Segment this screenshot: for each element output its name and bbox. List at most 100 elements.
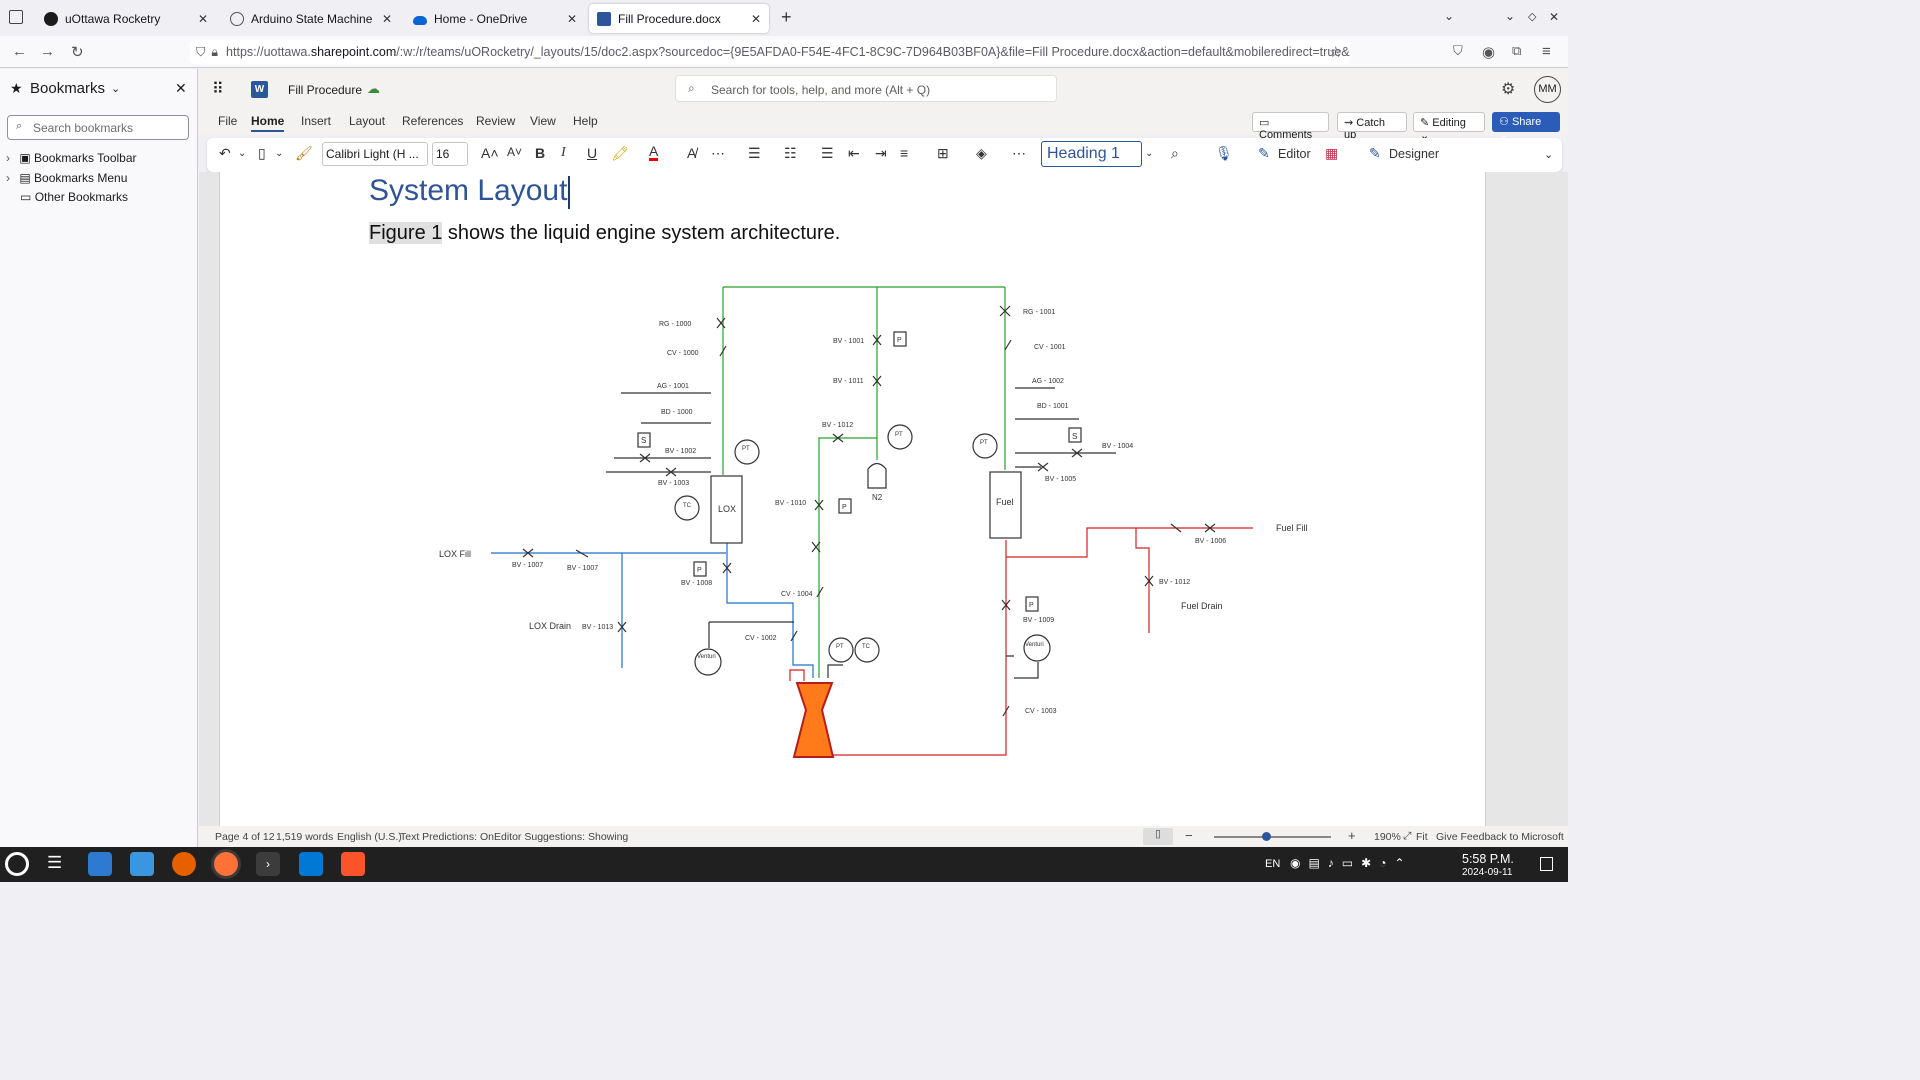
- tab-list-icon[interactable]: [9, 10, 23, 24]
- sidebar-item-toolbar[interactable]: › ▣ Bookmarks Toolbar: [6, 151, 137, 165]
- share-button[interactable]: ⚇ Share ⌄: [1492, 112, 1560, 141]
- close-icon[interactable]: ✕: [175, 80, 187, 97]
- close-window-icon[interactable]: ✕: [1549, 10, 1559, 24]
- pocket-icon[interactable]: ⛉: [1453, 43, 1463, 59]
- undo-icon[interactable]: ↶: [219, 145, 231, 162]
- word-count[interactable]: 1,519 words: [276, 831, 333, 843]
- underline-icon[interactable]: U: [587, 145, 597, 161]
- font-color-icon[interactable]: A: [649, 144, 659, 161]
- minimize-icon[interactable]: ⌄: [1505, 9, 1515, 23]
- zoom-in-icon[interactable]: +: [1348, 828, 1356, 843]
- ribbon-expand-icon[interactable]: ⌄: [1544, 148, 1553, 161]
- url-field[interactable]: ⛉ 🔒︎ https://uottawa. sharepoint.com/:w:/…: [190, 40, 1350, 64]
- feedback-link[interactable]: Give Feedback to Microsoft: [1436, 831, 1564, 843]
- numbering-icon[interactable]: ☷: [784, 145, 797, 162]
- shading-icon[interactable]: ◈: [976, 145, 987, 162]
- dictate-icon[interactable]: 🎙︎: [1215, 145, 1233, 162]
- document-title[interactable]: Fill Procedure: [288, 83, 362, 97]
- avatar[interactable]: MM: [1534, 76, 1561, 103]
- clear-formatting-icon[interactable]: A̸: [687, 145, 696, 161]
- zoom-slider-thumb[interactable]: [1262, 832, 1271, 841]
- designer-icon[interactable]: ✎: [1369, 145, 1381, 162]
- sidebar-item-other[interactable]: ▭ Other Bookmarks: [20, 190, 128, 204]
- menu-view[interactable]: View: [530, 114, 556, 128]
- settings-gear-icon[interactable]: ⚙: [1501, 79, 1515, 99]
- search-tools-input[interactable]: ⌕ Search for tools, help, and more (Alt …: [675, 75, 1057, 102]
- tab-uottawa-rocketry[interactable]: uOttawa Rocketry ✕: [36, 4, 216, 33]
- menu-icon[interactable]: ≡: [1542, 43, 1551, 60]
- search-bookmarks-input[interactable]: ⌕ Search bookmarks: [7, 115, 189, 140]
- reload-icon[interactable]: ↻: [71, 43, 84, 61]
- vscode-icon[interactable]: [299, 852, 323, 876]
- language[interactable]: English (U.S.): [337, 831, 402, 843]
- app-launcher-icon[interactable]: ⠿: [212, 79, 224, 99]
- style-select[interactable]: Heading 1: [1041, 141, 1142, 167]
- chevron-down-icon[interactable]: ⌄: [275, 148, 283, 159]
- extensions-icon[interactable]: ⧉: [1512, 43, 1521, 59]
- tab-fill-procedure[interactable]: Fill Procedure.docx ✕: [589, 4, 769, 33]
- tray-icons[interactable]: ◉▤♪▭✱◔⌃: [1290, 856, 1413, 870]
- close-icon[interactable]: ✕: [751, 12, 761, 26]
- borders-icon[interactable]: ⊞: [937, 145, 949, 162]
- format-painter-icon[interactable]: 🖌︎: [295, 145, 313, 162]
- zoom-slider[interactable]: [1214, 832, 1331, 841]
- highlight-icon[interactable]: 🖍︎: [611, 145, 629, 162]
- tab-onedrive[interactable]: Home - OneDrive ✕: [405, 4, 585, 33]
- close-icon[interactable]: ✕: [567, 12, 577, 26]
- files-icon[interactable]: [130, 852, 154, 876]
- editor-icon[interactable]: ✎: [1258, 145, 1270, 162]
- clock-date[interactable]: 2024-09-11: [1462, 867, 1512, 878]
- close-icon[interactable]: ✕: [198, 12, 208, 26]
- sidebar-item-menu[interactable]: › ▤ Bookmarks Menu: [6, 171, 127, 185]
- editor-suggestions[interactable]: Editor Suggestions: Showing: [494, 831, 628, 843]
- show-desktop-icon[interactable]: [1540, 857, 1553, 871]
- menu-review[interactable]: Review: [476, 114, 515, 128]
- zoom-level[interactable]: 190%: [1374, 831, 1401, 843]
- checklist-icon[interactable]: ☰: [821, 145, 834, 162]
- grow-font-icon[interactable]: A˄: [481, 145, 499, 161]
- bookmark-star-icon[interactable]: ☆: [1329, 43, 1342, 61]
- chevron-down-icon[interactable]: ⌄: [1145, 148, 1153, 159]
- terminal-icon[interactable]: ›: [256, 852, 280, 876]
- text-predictions[interactable]: Text Predictions: On: [400, 831, 494, 843]
- close-icon[interactable]: ✕: [382, 12, 392, 26]
- font-size-select[interactable]: 16: [432, 142, 468, 166]
- fit-label[interactable]: Fit: [1416, 831, 1428, 843]
- shrink-font-icon[interactable]: A˅: [507, 145, 522, 159]
- menu-help[interactable]: Help: [573, 114, 598, 128]
- catch-up-button[interactable]: ⇝ Catch up: [1337, 112, 1407, 141]
- increase-indent-icon[interactable]: ⇥: [875, 145, 887, 162]
- maximize-icon[interactable]: ◇: [1528, 10, 1536, 23]
- store-icon[interactable]: [88, 852, 112, 876]
- chevron-down-icon[interactable]: ⌄: [238, 148, 246, 159]
- sidebar-title[interactable]: Bookmarks: [30, 80, 105, 97]
- tab-arduino[interactable]: Arduino State Machine Rev ✕: [222, 4, 400, 33]
- account-icon[interactable]: ◉: [1482, 43, 1495, 61]
- forward-icon[interactable]: →: [40, 43, 55, 60]
- paste-icon[interactable]: ▯: [258, 145, 266, 162]
- find-icon[interactable]: ⌕: [1171, 145, 1179, 162]
- comments-button[interactable]: ▭ Comments: [1252, 112, 1329, 141]
- keyboard-language[interactable]: EN: [1265, 858, 1280, 870]
- new-tab-button[interactable]: +: [781, 7, 792, 28]
- page-view-icon[interactable]: ▯: [1143, 828, 1173, 845]
- more-icon[interactable]: ⋯: [1012, 145, 1026, 162]
- menu-file[interactable]: File: [218, 114, 237, 128]
- decrease-indent-icon[interactable]: ⇤: [848, 145, 860, 162]
- more-icon[interactable]: ⋯: [711, 145, 725, 162]
- align-icon[interactable]: ≡: [900, 145, 908, 161]
- firefox-active-icon[interactable]: [214, 852, 238, 876]
- page-count[interactable]: Page 4 of 12: [215, 831, 275, 843]
- menu-home[interactable]: Home: [251, 114, 285, 132]
- system-settings-icon[interactable]: ☰: [47, 853, 62, 873]
- font-name-select[interactable]: Calibri Light (H ...: [322, 142, 428, 166]
- zoom-out-icon[interactable]: −: [1185, 828, 1193, 843]
- chevron-down-icon[interactable]: ⌄: [111, 82, 120, 95]
- firefox-icon[interactable]: [172, 852, 196, 876]
- clock-time[interactable]: 5:58 P.M.: [1462, 852, 1514, 866]
- brave-icon[interactable]: [341, 852, 365, 876]
- fit-icon[interactable]: ⤢: [1403, 830, 1411, 843]
- back-icon[interactable]: ←: [12, 43, 27, 60]
- add-ins-icon[interactable]: ▦: [1325, 145, 1338, 162]
- designer-label[interactable]: Designer: [1389, 147, 1439, 161]
